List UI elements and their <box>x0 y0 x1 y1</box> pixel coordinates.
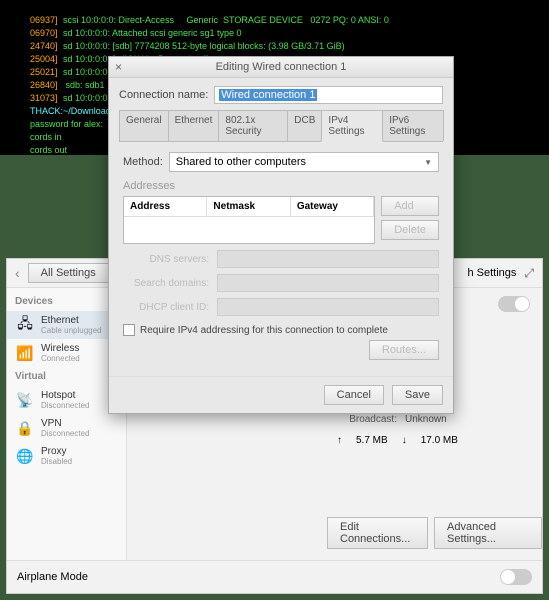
col-netmask: Netmask <box>207 197 290 216</box>
edit-connections-button[interactable]: Edit Connections... <box>327 517 428 549</box>
dns-input <box>217 250 439 268</box>
sidebar-item-vpn[interactable]: 🔒 VPNDisconnected <box>7 414 126 442</box>
lock-icon: 🔒 <box>15 418 35 438</box>
tab-ipv4[interactable]: IPv4 Settings <box>321 110 383 142</box>
settings-title-partial: h Settings <box>467 267 516 279</box>
proxy-icon: 🌐 <box>15 446 35 466</box>
expand-icon[interactable]: ⤢ <box>524 266 534 281</box>
all-settings-button[interactable]: All Settings <box>28 263 109 283</box>
ethernet-toggle[interactable] <box>498 296 530 312</box>
routes-button[interactable]: Routes... <box>369 340 439 360</box>
airplane-toggle[interactable] <box>500 569 532 585</box>
save-button[interactable]: Save <box>392 385 443 405</box>
connection-name-label: Connection name: <box>119 89 208 101</box>
dhcp-label: DHCP client ID: <box>123 302 209 313</box>
airplane-label: Airplane Mode <box>17 571 88 583</box>
sidebar-item-proxy[interactable]: 🌐 ProxyDisabled <box>7 442 126 470</box>
dns-label: DNS servers: <box>123 254 209 265</box>
dhcp-input <box>217 298 439 316</box>
tab-general[interactable]: General <box>119 110 169 141</box>
connection-name-input[interactable]: Wired connection 1 <box>214 86 443 104</box>
upload-icon: ↑ <box>337 435 342 446</box>
advanced-settings-button[interactable]: Advanced Settings... <box>434 517 542 549</box>
ethernet-icon: 🖧 <box>15 315 35 335</box>
col-address: Address <box>124 197 207 216</box>
download-icon: ↓ <box>402 435 407 446</box>
tab-dcb[interactable]: DCB <box>287 110 322 141</box>
dialog-title: × Editing Wired connection 1 <box>109 57 453 78</box>
close-icon[interactable]: × <box>115 60 122 74</box>
require-ipv4-checkbox[interactable] <box>123 324 135 336</box>
method-label: Method: <box>123 156 163 168</box>
edit-connection-dialog: × Editing Wired connection 1 Connection … <box>108 56 454 414</box>
tabs: General Ethernet 802.1x Security DCB IPv… <box>119 110 443 142</box>
wifi-icon: 📶 <box>15 343 35 363</box>
airplane-mode-row: Airplane Mode <box>7 560 542 593</box>
chevron-down-icon: ▼ <box>424 158 432 167</box>
col-gateway: Gateway <box>291 197 374 216</box>
cancel-button[interactable]: Cancel <box>324 385 384 405</box>
tab-ethernet[interactable]: Ethernet <box>168 110 220 141</box>
hotspot-icon: 📡 <box>15 390 35 410</box>
require-ipv4-label: Require IPv4 addressing for this connect… <box>140 325 388 336</box>
search-domains-input <box>217 274 439 292</box>
stats: ↑5.7 MB ↓17.0 MB <box>337 435 532 446</box>
tab-ipv6[interactable]: IPv6 Settings <box>382 110 444 141</box>
back-arrow-icon[interactable]: ‹ <box>15 265 20 281</box>
addresses-table[interactable]: Address Netmask Gateway <box>123 196 375 244</box>
tab-8021x[interactable]: 802.1x Security <box>218 110 288 141</box>
method-select[interactable]: Shared to other computers▼ <box>169 152 439 172</box>
addresses-label: Addresses <box>123 180 439 192</box>
delete-button[interactable]: Delete <box>381 220 439 240</box>
add-button[interactable]: Add <box>381 196 439 216</box>
search-domains-label: Search domains: <box>123 278 209 289</box>
